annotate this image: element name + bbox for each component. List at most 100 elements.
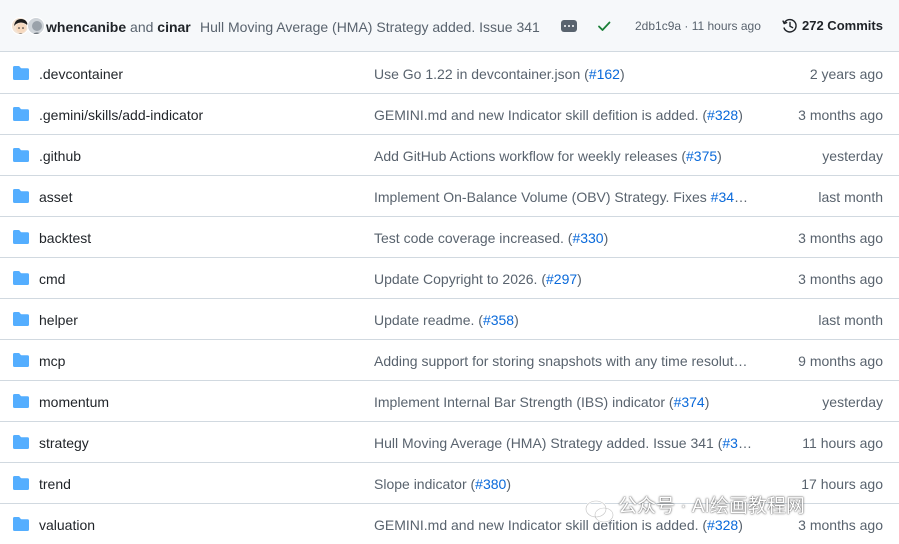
latest-commit-message[interactable]: Hull Moving Average (HMA) Strategy added… <box>200 18 550 36</box>
commit-message-link[interactable]: Hull Moving Average (HMA) Strategy added… <box>374 434 764 452</box>
file-name-link[interactable]: .github <box>39 147 81 165</box>
pr-link[interactable]: #375 <box>686 148 717 164</box>
commit-message-suffix: ) <box>619 66 625 82</box>
commit-message-text[interactable]: Hull Moving Average (HMA) Strategy added… <box>374 435 722 451</box>
commit-message-link[interactable]: Use Go 1.22 in devcontainer.json (#162) <box>374 65 764 83</box>
pr-link[interactable]: #380 <box>475 476 506 492</box>
pr-link[interactable]: #162 <box>589 66 620 82</box>
folder-icon <box>13 271 29 288</box>
commit-message-link[interactable]: Test code coverage increased. (#330) <box>374 229 764 247</box>
author-link-cinar[interactable]: cinar <box>157 19 190 35</box>
author-link-whencanibe[interactable]: whencanibe <box>46 19 126 35</box>
commit-message-text[interactable]: Test code coverage increased. ( <box>374 230 572 246</box>
file-name-link[interactable]: .gemini/skills/add-indicator <box>39 106 203 124</box>
commit-time: last month <box>818 312 883 328</box>
file-row[interactable]: .gemini/skills/add-indicator GEMINI.md an… <box>0 93 899 134</box>
commit-message-link[interactable]: Add GitHub Actions workflow for weekly r… <box>374 147 764 165</box>
commit-message-text[interactable]: Use Go 1.22 in devcontainer.json ( <box>374 66 589 82</box>
commit-message-suffix: ) <box>704 394 710 410</box>
file-row[interactable]: .github Add GitHub Actions workflow for w… <box>0 134 899 175</box>
commit-time: yesterday <box>822 394 883 410</box>
folder-icon <box>13 312 29 329</box>
folder-icon <box>13 107 29 124</box>
commits-count-link[interactable]: 272 Commits <box>802 18 883 34</box>
folder-icon <box>13 353 29 370</box>
folder-icon <box>13 476 29 493</box>
ellipsis-dot <box>568 25 570 27</box>
commit-time: 3 months ago <box>798 230 883 246</box>
commit-time: last month <box>818 189 883 205</box>
commit-message-link[interactable]: Slope indicator (#380) <box>374 475 764 493</box>
commit-message-link[interactable]: GEMINI.md and new Indicator skill defiti… <box>374 516 764 534</box>
file-row[interactable]: momentum Implement Internal Bar Strength … <box>0 380 899 421</box>
file-row[interactable]: .devcontainer Use Go 1.22 in devcontainer… <box>0 53 899 93</box>
commit-message-suffix: ) <box>506 476 511 492</box>
ellipsis-dot <box>572 25 574 27</box>
commit-hash-time[interactable]: 2db1c9a · 11 hours ago <box>635 18 761 34</box>
commit-time: 3 months ago <box>798 271 883 287</box>
file-name-link[interactable]: cmd <box>39 270 65 288</box>
pr-link[interactable]: #34 <box>711 189 734 205</box>
pr-link[interactable]: #3 <box>722 435 738 451</box>
folder-icon <box>13 435 29 452</box>
commit-message-text[interactable]: Update Copyright to 2026. ( <box>374 271 546 287</box>
commit-message-link[interactable]: Update readme. (#358) <box>374 311 764 329</box>
commit-message-suffix: ) <box>717 148 722 164</box>
commit-message-text[interactable]: GEMINI.md and new Indicator skill defiti… <box>374 517 707 533</box>
commit-message-suffix: … <box>737 435 752 451</box>
commit-message-suffix: … <box>734 189 749 205</box>
file-row[interactable]: strategy Hull Moving Average (HMA) Strate… <box>0 421 899 462</box>
commit-time: 3 months ago <box>798 107 883 123</box>
file-list: .devcontainer Use Go 1.22 in devcontainer… <box>0 53 899 544</box>
folder-icon <box>13 230 29 247</box>
file-name-link[interactable]: momentum <box>39 393 109 411</box>
pr-link[interactable]: #358 <box>483 312 514 328</box>
commit-time: 17 hours ago <box>801 476 883 492</box>
commit-message-text[interactable]: Update readme. ( <box>374 312 483 328</box>
folder-icon <box>13 517 29 534</box>
authors-joiner: and <box>130 19 154 35</box>
file-row[interactable]: cmd Update Copyright to 2026. (#297) 3 mon… <box>0 257 899 298</box>
file-name-link[interactable]: asset <box>39 188 72 206</box>
pr-link[interactable]: #297 <box>546 271 577 287</box>
commit-message-text[interactable]: GEMINI.md and new Indicator skill defiti… <box>374 107 707 123</box>
commit-message-text[interactable]: Slope indicator ( <box>374 476 475 492</box>
latest-commit-bar: whencanibe and cinar Hull Moving Average… <box>0 0 899 52</box>
commit-message-text[interactable]: Implement On-Balance Volume (OBV) Strate… <box>374 189 711 205</box>
expand-commit-message-button[interactable] <box>561 20 577 32</box>
file-row[interactable]: asset Implement On-Balance Volume (OBV) S… <box>0 175 899 216</box>
file-name-link[interactable]: mcp <box>39 352 65 370</box>
file-row[interactable]: mcp Adding support for storing snapshots … <box>0 339 899 380</box>
commit-message-link[interactable]: Implement Internal Bar Strength (IBS) in… <box>374 393 764 411</box>
pr-link[interactable]: #374 <box>674 394 705 410</box>
pr-link[interactable]: #328 <box>707 107 738 123</box>
commit-message-text[interactable]: Adding support for storing snapshots wit… <box>374 353 748 369</box>
wechat-logo-icon <box>585 500 615 529</box>
commit-message-text[interactable]: Implement Internal Bar Strength (IBS) in… <box>374 394 674 410</box>
commit-message-link[interactable]: GEMINI.md and new Indicator skill defiti… <box>374 106 764 124</box>
file-name-link[interactable]: trend <box>39 475 71 493</box>
check-status-icon[interactable] <box>597 19 611 36</box>
file-name-link[interactable]: strategy <box>39 434 89 452</box>
commit-message-link[interactable]: Adding support for storing snapshots wit… <box>374 352 764 370</box>
commit-authors: whencanibe and cinar <box>46 18 191 36</box>
commit-time: yesterday <box>822 148 883 164</box>
file-name-link[interactable]: backtest <box>39 229 91 247</box>
file-name-link[interactable]: valuation <box>39 516 95 534</box>
file-name-link[interactable]: helper <box>39 311 78 329</box>
history-icon <box>782 18 798 37</box>
file-row[interactable]: helper Update readme. (#358) last month <box>0 298 899 339</box>
commit-message-link[interactable]: Update Copyright to 2026. (#297) <box>374 270 764 288</box>
commit-message-text[interactable]: Add GitHub Actions workflow for weekly r… <box>374 148 686 164</box>
folder-icon <box>13 394 29 411</box>
watermark-text: 公众号 · AI绘画教程网 <box>618 496 805 517</box>
file-row[interactable]: backtest Test code coverage increased. (#… <box>0 216 899 257</box>
commit-time: 3 months ago <box>798 517 883 533</box>
pr-link[interactable]: #328 <box>707 517 738 533</box>
ellipsis-dot <box>564 25 566 27</box>
commit-message-link[interactable]: Implement On-Balance Volume (OBV) Strate… <box>374 188 764 206</box>
commit-message-suffix: ) <box>514 312 519 328</box>
file-name-link[interactable]: .devcontainer <box>39 65 123 83</box>
pr-link[interactable]: #330 <box>572 230 603 246</box>
author-avatar-cinar[interactable] <box>27 17 45 35</box>
